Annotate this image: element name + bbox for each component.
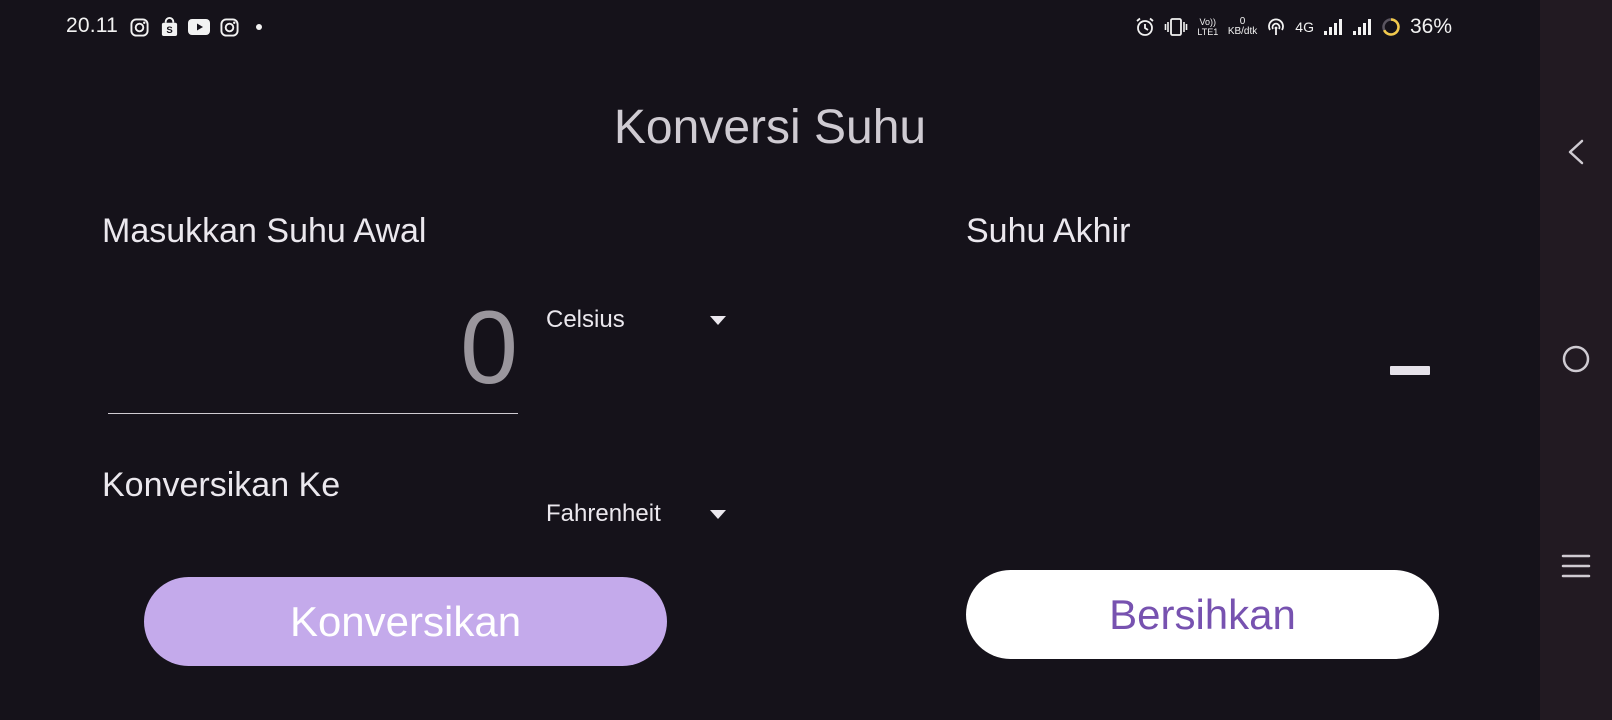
youtube-icon xyxy=(188,16,210,38)
from-unit-value: Celsius xyxy=(546,306,625,333)
to-unit-dropdown[interactable]: Fahrenheit xyxy=(546,494,736,534)
hotspot-icon xyxy=(1266,18,1286,36)
to-unit-value: Fahrenheit xyxy=(546,500,661,527)
from-unit-dropdown[interactable]: Celsius xyxy=(546,300,736,340)
temperature-input[interactable] xyxy=(108,284,518,414)
alarm-icon xyxy=(1135,17,1155,37)
input-section-label: Masukkan Suhu Awal xyxy=(102,212,427,250)
signal-icon xyxy=(1352,18,1372,36)
app-area: 20.11 S Vo)) LTE1 0 KB/dtk 4G 36% Konver… xyxy=(0,0,1540,720)
network-speed-unit: KB/dtk xyxy=(1227,26,1258,37)
svg-text:S: S xyxy=(166,25,172,36)
vibrate-icon xyxy=(1164,17,1188,37)
home-icon[interactable] xyxy=(1560,343,1592,375)
network-speed: 0 KB/dtk xyxy=(1228,17,1257,37)
recents-icon[interactable] xyxy=(1560,550,1592,582)
battery-percent: 36% xyxy=(1409,15,1452,38)
chevron-down-icon xyxy=(710,315,726,325)
network-type: 4G xyxy=(1295,19,1314,35)
volte-indicator: Vo)) LTE1 xyxy=(1197,17,1219,37)
battery-ring-icon xyxy=(1381,17,1401,37)
convert-button[interactable]: Konversikan xyxy=(144,577,667,666)
convert-to-label: Konversikan Ke xyxy=(102,466,341,504)
chevron-down-icon xyxy=(710,509,726,519)
result-label: Suhu Akhir xyxy=(966,212,1131,250)
back-icon[interactable] xyxy=(1560,136,1592,168)
shopping-bag-icon: S xyxy=(158,16,180,38)
instagram-icon xyxy=(128,16,150,38)
status-notification-icons: S xyxy=(128,16,270,38)
dot-icon xyxy=(248,16,270,38)
status-time: 20.11 xyxy=(66,14,118,37)
screen: 20.11 S Vo)) LTE1 0 KB/dtk 4G 36% Konver… xyxy=(0,0,1612,720)
instagram-icon xyxy=(218,16,240,38)
clear-button[interactable]: Bersihkan xyxy=(966,570,1439,659)
signal-icon xyxy=(1323,18,1343,36)
page-title: Konversi Suhu xyxy=(613,101,927,154)
result-value: - xyxy=(1390,366,1430,375)
status-system-icons: Vo)) LTE1 0 KB/dtk 4G 36% xyxy=(1135,12,1452,42)
